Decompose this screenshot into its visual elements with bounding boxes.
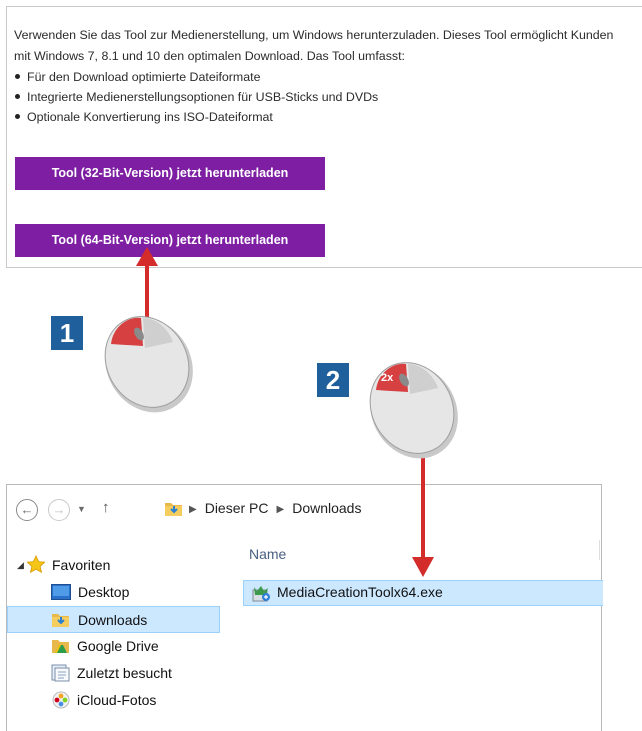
downloads-folder-icon: [165, 503, 182, 516]
breadcrumb-item[interactable]: Dieser PC: [205, 500, 269, 516]
back-arrow-icon[interactable]: ←: [16, 499, 38, 521]
up-arrow-icon[interactable]: ↑: [102, 499, 110, 516]
sidebar-item-label: Favoriten: [52, 557, 111, 573]
intro-line-2: mit Windows 7, 8.1 und 10 den optimalen …: [14, 49, 405, 63]
chevron-right-icon: ▶: [276, 504, 285, 515]
file-name: MediaCreationToolx64.exe: [277, 584, 443, 600]
mouse-click-icon: [104, 316, 193, 413]
recent-locations-dropdown-icon[interactable]: ▼: [77, 504, 86, 514]
column-divider[interactable]: [599, 540, 600, 560]
bullet-icon: [15, 114, 20, 119]
feature-item: Optionale Konvertierung ins ISO-Dateifor…: [14, 107, 378, 127]
sidebar-item-favoriten[interactable]: ◢ Favoriten: [7, 552, 220, 579]
double-click-label: 2x: [381, 372, 394, 384]
step-2-badge: 2: [317, 363, 349, 397]
sidebar-item-desktop[interactable]: Desktop: [7, 579, 220, 606]
bullet-icon: [15, 94, 20, 99]
download-panel: Verwenden Sie das Tool zur Medienerstell…: [6, 6, 642, 268]
sidebar-item-icloud-fotos[interactable]: iCloud-Fotos: [7, 687, 220, 714]
download-32bit-button[interactable]: Tool (32-Bit-Version) jetzt herunterlade…: [15, 157, 325, 190]
step-1-badge: 1: [51, 316, 83, 350]
forward-arrow-icon[interactable]: →: [48, 499, 70, 521]
icloud-photos-icon: [52, 691, 70, 709]
feature-text: Für den Download optimierte Dateiformate: [27, 70, 261, 84]
navigation-bar: ← → ▼ ↑ ▶ Dieser PC ▶ Downloads: [7, 485, 601, 535]
sidebar-item-label: Desktop: [78, 584, 130, 600]
sidebar-item-label: iCloud-Fotos: [77, 692, 157, 708]
sidebar-item-zuletzt-besucht[interactable]: Zuletzt besucht: [7, 660, 220, 687]
intro-line-1: Verwenden Sie das Tool zur Medienerstell…: [14, 28, 614, 42]
feature-list: Für den Download optimierte Dateiformate…: [14, 67, 378, 127]
bullet-icon: [15, 74, 20, 79]
column-header-name[interactable]: Name: [249, 546, 286, 562]
recent-places-icon: [51, 664, 70, 682]
expand-arrow-icon[interactable]: ◢: [17, 552, 24, 579]
sidebar-item-google-drive[interactable]: Google Drive: [7, 633, 220, 660]
sidebar-item-downloads[interactable]: Downloads: [7, 606, 220, 633]
feature-item: Für den Download optimierte Dateiformate: [14, 67, 378, 87]
file-row-mediacreationtool[interactable]: MediaCreationToolx64.exe: [243, 580, 603, 606]
address-breadcrumb[interactable]: ▶ Dieser PC ▶ Downloads: [189, 500, 361, 516]
google-drive-icon: [52, 640, 69, 653]
intro-text: Verwenden Sie das Tool zur Medienerstell…: [14, 25, 642, 67]
sidebar-item-label: Google Drive: [77, 638, 159, 654]
chevron-right-icon: ▶: [189, 504, 197, 515]
mouse-double-click-icon: [369, 362, 458, 459]
breadcrumb-item[interactable]: Downloads: [292, 500, 361, 516]
sidebar-item-label: Zuletzt besucht: [77, 665, 172, 681]
sidebar-item-label: Downloads: [78, 612, 148, 628]
media-creation-tool-icon: [252, 586, 270, 602]
feature-text: Optionale Konvertierung ins ISO-Dateifor…: [27, 110, 273, 124]
feature-item: Integrierte Medienerstellungsoptionen fü…: [14, 87, 378, 107]
download-64bit-button[interactable]: Tool (64-Bit-Version) jetzt herunterlade…: [15, 224, 325, 257]
file-explorer-window: ← → ▼ ↑ ▶ Dieser PC ▶ Downloads Name ◢ Favo…: [6, 484, 603, 731]
feature-text: Integrierte Medienerstellungsoptionen fü…: [27, 90, 379, 104]
desktop-icon: [51, 584, 71, 600]
star-icon: [26, 555, 46, 574]
downloads-folder-icon: [52, 614, 69, 627]
